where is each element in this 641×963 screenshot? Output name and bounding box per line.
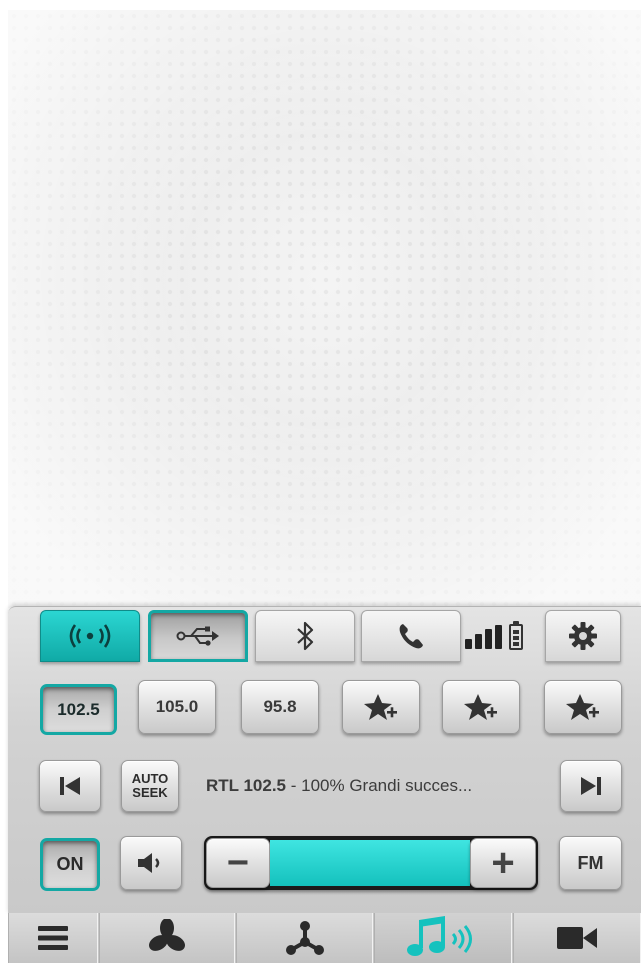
preset-label: 105.0 xyxy=(155,697,199,716)
preset-button-2[interactable]: 105.0 xyxy=(138,680,216,734)
volume-down-label: − xyxy=(226,841,250,884)
band-label: FM xyxy=(577,852,604,873)
skip-previous-icon xyxy=(60,777,80,795)
station-info: - 100% Grandi succes... xyxy=(286,776,473,795)
video-camera-icon xyxy=(557,927,597,949)
status-indicators xyxy=(465,620,545,654)
radio-waves-icon xyxy=(69,624,111,648)
nav-climate[interactable] xyxy=(99,913,235,963)
volume-level-fill xyxy=(270,840,470,886)
next-station-button[interactable] xyxy=(560,760,622,812)
battery-icon xyxy=(509,621,523,650)
phone-icon xyxy=(399,624,423,649)
tab-bluetooth[interactable] xyxy=(255,610,355,662)
power-toggle-button[interactable]: ON xyxy=(40,838,100,891)
now-playing-text: RTL 102.5 - 100% Grandi succes... xyxy=(206,776,546,802)
favorite-slot-1[interactable] xyxy=(342,680,420,734)
gear-icon xyxy=(569,622,597,650)
star-add-icon xyxy=(364,694,397,720)
settings-button[interactable] xyxy=(545,610,621,662)
nav-menu[interactable] xyxy=(8,913,98,963)
volume-up-button[interactable]: + xyxy=(470,838,536,888)
volume-down-button[interactable]: − xyxy=(206,838,270,888)
bluetooth-icon xyxy=(297,621,314,651)
nav-navigation[interactable] xyxy=(236,913,373,963)
nodes-icon xyxy=(285,921,324,955)
fan-icon xyxy=(148,919,186,951)
speaker-icon xyxy=(138,853,160,873)
music-notes-icon xyxy=(407,916,472,956)
tab-radio[interactable] xyxy=(40,610,140,662)
auto-seek-label-2: SEEK xyxy=(132,785,168,800)
preset-label: 102.5 xyxy=(57,699,100,719)
auto-seek-label-1: AUTO xyxy=(131,771,169,786)
star-add-icon xyxy=(566,694,599,720)
nav-camera[interactable] xyxy=(513,913,641,963)
mute-button[interactable] xyxy=(120,836,182,890)
preset-button-3[interactable]: 95.8 xyxy=(241,680,319,734)
favorite-slot-3[interactable] xyxy=(544,680,622,734)
station-name: RTL 102.5 xyxy=(206,776,287,795)
previous-station-button[interactable] xyxy=(39,760,101,812)
hamburger-menu-icon xyxy=(38,926,68,950)
preset-label: 95.8 xyxy=(263,697,297,716)
wallpaper-vignette xyxy=(8,10,641,608)
star-add-icon xyxy=(464,694,497,720)
skip-next-icon xyxy=(581,777,601,795)
power-label: ON xyxy=(56,854,84,874)
usb-icon xyxy=(176,626,219,646)
signal-bars-icon xyxy=(465,625,502,649)
tab-phone[interactable] xyxy=(361,610,461,662)
tab-usb[interactable] xyxy=(148,610,248,662)
nav-media[interactable] xyxy=(374,913,512,963)
volume-up-label: + xyxy=(491,840,515,885)
favorite-slot-2[interactable] xyxy=(442,680,520,734)
auto-seek-button[interactable]: AUTO SEEK xyxy=(121,760,179,812)
preset-button-1[interactable]: 102.5 xyxy=(40,684,117,735)
band-button[interactable]: FM xyxy=(559,836,622,890)
